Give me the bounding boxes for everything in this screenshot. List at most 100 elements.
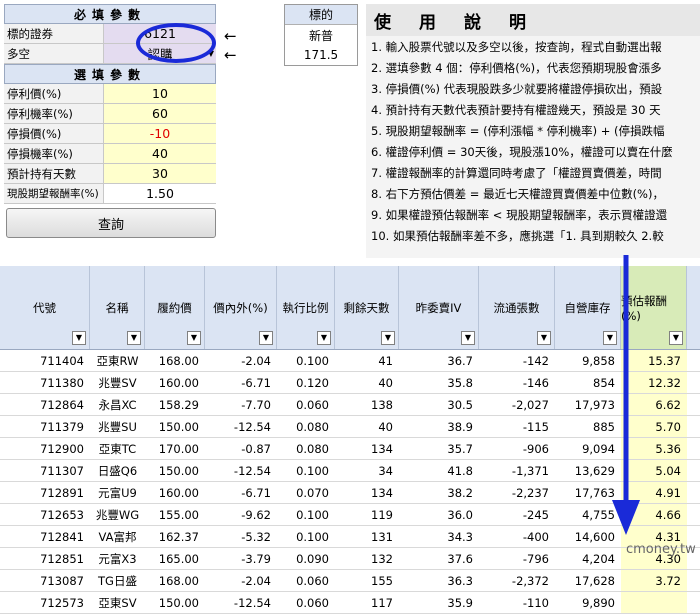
table-cell: 17,628 — [574, 573, 615, 588]
table-cell: 37.6 — [447, 551, 473, 566]
table-cell: 0.080 — [296, 419, 329, 434]
table-cell: 40 — [378, 375, 393, 390]
table-cell: -115 — [522, 419, 549, 434]
filter-dropdown-icon[interactable]: ▼ — [537, 331, 551, 345]
table-cell: -146 — [522, 375, 549, 390]
optional-header-label: 選填參數 — [73, 67, 146, 82]
table-row[interactable]: 711404 亞東RW 168.00 -2.04 0.100 41 36.7 -142 9,85… — [0, 350, 700, 372]
table-cell: 亞東RW — [96, 353, 139, 368]
table-cell: -12.54 — [233, 595, 271, 610]
table-row[interactable]: 711307 日盛Q6 150.00 -12.54 0.100 34 41.8 -1,371 1… — [0, 460, 700, 482]
table-cell: -796 — [522, 551, 549, 566]
table-cell: 712851 — [40, 551, 84, 566]
table-cell: 0.120 — [296, 375, 329, 390]
table-cell: 119 — [371, 507, 393, 522]
required-header: 必填參數 — [4, 4, 216, 24]
table-cell: 41.8 — [447, 463, 473, 478]
table-cell: 711379 — [40, 419, 84, 434]
expected-return-value: 1.50 — [146, 186, 174, 201]
filter-dropdown-icon[interactable]: ▼ — [669, 331, 683, 345]
table-cell: 34.3 — [447, 529, 473, 544]
table-cell: 711307 — [40, 463, 84, 478]
param-row: 停利機率(%) 60 — [4, 104, 216, 124]
table-cell: -245 — [522, 507, 549, 522]
table-row[interactable]: 711379 兆豐SU 150.00 -12.54 0.080 40 38.9 -115 885… — [0, 416, 700, 438]
table-cell: 134 — [371, 441, 393, 456]
param-input[interactable]: 10 — [104, 84, 216, 103]
table-cell: 兆豐SV — [98, 375, 137, 390]
table-row[interactable]: 713087 TG日盛 168.00 -2.04 0.060 155 36.3 -2,372 1… — [0, 570, 700, 592]
table-cell: 712891 — [40, 485, 84, 500]
table-cell: 0.100 — [296, 507, 329, 522]
table-cell: 711380 — [40, 375, 84, 390]
table-cell: 4,204 — [582, 551, 615, 566]
table-row[interactable]: 712851 元富X3 165.00 -3.79 0.090 132 37.6 -796 4,2… — [0, 548, 700, 570]
column-header: 名稱 ▼ — [90, 266, 145, 349]
table-cell: -3.79 — [241, 551, 271, 566]
param-input[interactable]: 40 — [104, 144, 216, 163]
table-row[interactable]: 712653 兆豐WG 155.00 -9.62 0.100 119 36.0 -245 4,7… — [0, 504, 700, 526]
param-label: 停利價(%) — [4, 84, 104, 103]
table-cell: -906 — [522, 441, 549, 456]
table-cell: 150.00 — [158, 419, 199, 434]
table-row[interactable]: 712841 VA富邦 162.37 -5.32 0.100 131 34.3 -400 14,… — [0, 526, 700, 548]
table-cell: 158.29 — [158, 397, 199, 412]
param-input[interactable]: -10 — [104, 124, 216, 143]
table-cell: 35.8 — [447, 375, 473, 390]
table-cell: 日盛Q6 — [97, 463, 138, 478]
warrant-table: 代號 ▼ 名稱 ▼ 履約價 ▼ 價內外(%) ▼ 執行比例 ▼ 剩餘天數 ▼ 昨委賣IV ▼ 流通張數 ▼ 自營… — [0, 266, 700, 614]
column-header: 執行比例 ▼ — [277, 266, 335, 349]
table-cell: 168.00 — [158, 353, 199, 368]
stock-price: 171.5 — [303, 48, 339, 62]
table-cell: 30.5 — [447, 397, 473, 412]
filter-dropdown-icon[interactable]: ▼ — [187, 331, 201, 345]
table-cell: 0.060 — [296, 595, 329, 610]
direction-label: 多空 — [4, 44, 104, 63]
param-input[interactable]: 60 — [104, 104, 216, 123]
table-cell: -1,371 — [511, 463, 549, 478]
column-header-label: 流通張數 — [493, 300, 540, 315]
table-row[interactable]: 712864 永昌XC 158.29 -7.70 0.060 138 30.5 -2,027 1… — [0, 394, 700, 416]
table-cell: 0.080 — [296, 441, 329, 456]
filter-dropdown-icon[interactable]: ▼ — [317, 331, 331, 345]
instruction-line: 2. 選填參數 4 個：停利價格(%)，代表您預期現股會漲多 — [371, 60, 662, 75]
table-cell: 160.00 — [158, 375, 199, 390]
table-cell: -2,372 — [511, 573, 549, 588]
filter-dropdown-icon[interactable]: ▼ — [461, 331, 475, 345]
table-cell: 132 — [371, 551, 393, 566]
column-header-label: 昨委賣IV — [415, 300, 462, 315]
table-cell: VA富邦 — [98, 529, 137, 544]
param-row: 停損價(%) -10 — [4, 124, 216, 144]
table-cell: 0.100 — [296, 353, 329, 368]
param-label: 預計持有天數 — [4, 164, 104, 183]
instruction-line: 4. 預計持有天數代表預計要持有權證幾天，預設是 30 天 — [371, 102, 661, 117]
column-header: 昨委賣IV ▼ — [399, 266, 479, 349]
table-cell: 35.7 — [447, 441, 473, 456]
filter-dropdown-icon[interactable]: ▼ — [72, 331, 86, 345]
table-row[interactable]: 712900 亞東TC 170.00 -0.87 0.080 134 35.7 -906 9,0… — [0, 438, 700, 460]
table-row[interactable]: 712573 亞東SV 150.00 -12.54 0.060 117 35.9 -110 9,… — [0, 592, 700, 614]
expected-return-row: 現股期望報酬率(%) 1.50 — [4, 184, 216, 204]
table-cell: 40 — [378, 419, 393, 434]
down-arrow-icon — [612, 255, 640, 535]
table-cell: -9.62 — [241, 507, 271, 522]
table-cell: 168.00 — [158, 573, 199, 588]
column-header-label: 履約價 — [157, 300, 192, 315]
filter-dropdown-icon[interactable]: ▼ — [381, 331, 395, 345]
table-cell: 亞東SV — [98, 595, 137, 610]
table-row[interactable]: 712891 元富U9 160.00 -6.71 0.070 134 38.2 -2,237 1… — [0, 482, 700, 504]
table-row[interactable]: 711380 兆豐SV 160.00 -6.71 0.120 40 35.8 -146 854 1… — [0, 372, 700, 394]
instruction-line: 3. 停損價(%) 代表現股跌多少就要將權證停損砍出，預設 — [371, 81, 663, 96]
table-cell: 9,890 — [582, 595, 615, 610]
table-cell: 0.060 — [296, 573, 329, 588]
query-button[interactable]: 查詢 — [6, 208, 216, 238]
table-cell: 155 — [371, 573, 393, 588]
param-input[interactable]: 30 — [104, 164, 216, 183]
table-cell: 150.00 — [158, 463, 199, 478]
filter-dropdown-icon[interactable]: ▼ — [259, 331, 273, 345]
table-cell: -12.54 — [233, 419, 271, 434]
column-header-label: 執行比例 — [282, 300, 329, 315]
table-cell: 38.9 — [447, 419, 473, 434]
filter-dropdown-icon[interactable]: ▼ — [127, 331, 141, 345]
table-cell: 38.2 — [447, 485, 473, 500]
